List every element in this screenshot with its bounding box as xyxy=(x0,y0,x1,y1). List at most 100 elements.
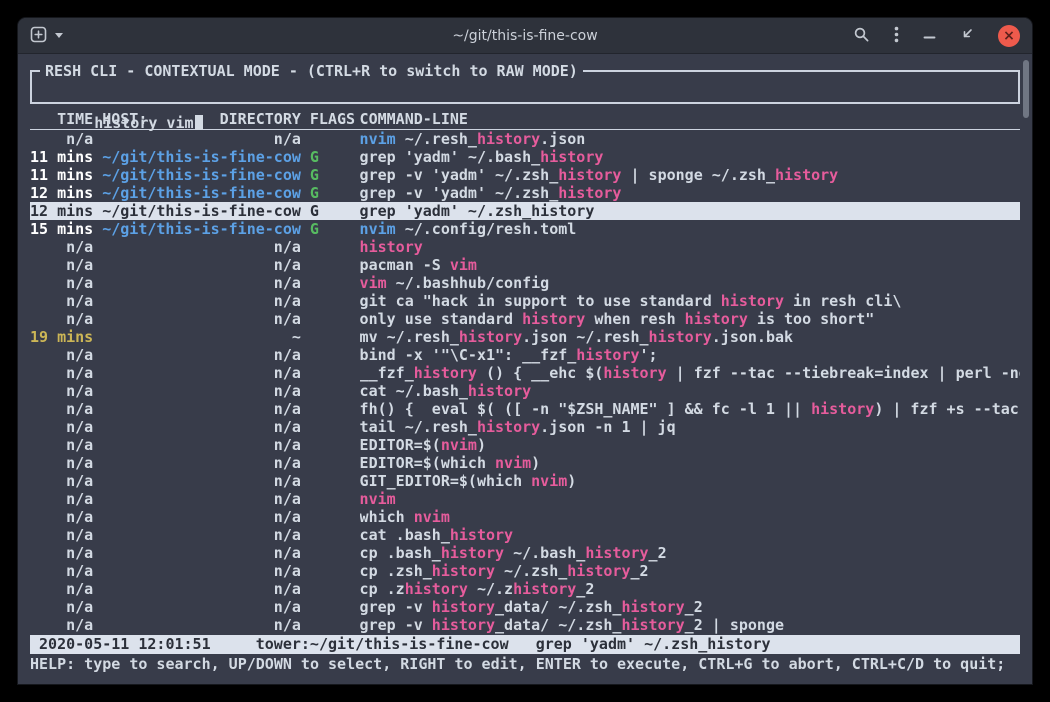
row-command: EDITOR=$(which nvim) xyxy=(360,454,1020,472)
cmd-segment: history xyxy=(522,310,585,328)
cmd-segment: cp .z xyxy=(360,580,405,598)
table-row[interactable]: 11 mins~/git/this-is-fine-cowGgrep -v 'y… xyxy=(30,166,1020,184)
table-row[interactable]: 12 mins~/git/this-is-fine-cowGgrep 'yadm… xyxy=(30,202,1020,220)
table-row[interactable]: n/an/acp .zsh_history ~/.zsh_history_2 xyxy=(30,562,1020,580)
table-row[interactable]: n/an/acat ~/.bash_history xyxy=(30,382,1020,400)
table-row[interactable]: n/an/awhich nvim xyxy=(30,508,1020,526)
row-directory: n/a xyxy=(102,130,301,148)
cmd-segment: ) xyxy=(531,454,540,472)
row-flags xyxy=(310,292,355,310)
header-flags: FLAGS xyxy=(310,110,355,129)
cmd-segment: history xyxy=(811,400,874,418)
row-command: nvim ~/.resh_history.json xyxy=(360,130,1020,148)
search-button[interactable] xyxy=(853,26,870,46)
cmd-segment: nvim xyxy=(531,472,567,490)
table-row[interactable]: 19 mins~mv ~/.resh_history.json ~/.resh_… xyxy=(30,328,1020,346)
row-command: grep -v history_data/ ~/.zsh_history_2 |… xyxy=(360,616,1020,634)
table-row[interactable]: n/an/afh() { eval $( ([ -n "$ZSH_NAME" ]… xyxy=(30,400,1020,418)
magnifier-icon xyxy=(853,26,870,46)
row-flags xyxy=(310,310,355,328)
table-row[interactable]: n/an/aEDITOR=$(which nvim) xyxy=(30,454,1020,472)
cmd-segment: _data/ ~/.zsh_ xyxy=(495,616,621,634)
search-query[interactable]: history vim xyxy=(94,114,193,132)
cmd-segment: history xyxy=(477,130,540,148)
cmd-segment: pacman -S xyxy=(360,256,450,274)
table-row[interactable]: n/an/acat .bash_history xyxy=(30,526,1020,544)
row-command: EDITOR=$(nvim) xyxy=(360,436,1020,454)
cmd-segment: history xyxy=(360,238,423,256)
cmd-segment: history xyxy=(585,544,648,562)
row-command: fh() { eval $( ([ -n "$ZSH_NAME" ] && fc… xyxy=(360,400,1020,418)
row-time: n/a xyxy=(30,472,93,490)
cmd-segment: when resh xyxy=(585,310,684,328)
row-time: 12 mins xyxy=(30,184,93,202)
cmd-segment: history xyxy=(414,364,477,382)
close-button[interactable]: × xyxy=(998,25,1020,47)
table-row[interactable]: n/an/abind -x '"\C-x1": __fzf_history'; xyxy=(30,346,1020,364)
cmd-segment: history xyxy=(450,526,513,544)
table-row[interactable]: n/an/aonly use standard history when res… xyxy=(30,310,1020,328)
tab-dropdown-button[interactable] xyxy=(55,33,63,38)
cmd-segment: history xyxy=(459,328,522,346)
cmd-segment: vim xyxy=(450,256,477,274)
cmd-segment: grep -v 'yadm' ~/.zsh_ xyxy=(360,184,559,202)
table-row[interactable]: n/an/aGIT_EDITOR=$(which nvim) xyxy=(30,472,1020,490)
row-directory: n/a xyxy=(102,616,301,634)
row-directory: ~/git/this-is-fine-cow xyxy=(102,220,301,238)
table-row[interactable]: n/an/avim ~/.bashhub/config xyxy=(30,274,1020,292)
row-flags xyxy=(310,544,355,562)
table-row[interactable]: n/an/apacman -S vim xyxy=(30,256,1020,274)
row-flags: G xyxy=(310,202,355,220)
table-row[interactable]: 12 mins~/git/this-is-fine-cowGgrep -v 'y… xyxy=(30,184,1020,202)
cmd-segment: cat .bash_ xyxy=(360,526,450,544)
row-directory: n/a xyxy=(102,256,301,274)
row-flags: G xyxy=(310,220,355,238)
row-flags xyxy=(310,400,355,418)
help-line: HELP: type to search, UP/DOWN to select,… xyxy=(30,655,1020,673)
row-command: bind -x '"\C-x1": __fzf_history'; xyxy=(360,346,1020,364)
cmd-segment: tail ~/.resh_ xyxy=(360,418,477,436)
table-row[interactable]: n/an/acp .bash_history ~/.bash_history_2 xyxy=(30,544,1020,562)
row-directory: n/a xyxy=(102,310,301,328)
menu-button[interactable] xyxy=(894,26,899,46)
cmd-segment: _2 | sponge xyxy=(685,616,784,634)
row-time: n/a xyxy=(30,526,93,544)
row-time: n/a xyxy=(30,508,93,526)
scrollbar-thumb[interactable] xyxy=(1023,60,1029,118)
row-flags xyxy=(310,508,355,526)
row-time: n/a xyxy=(30,562,93,580)
table-row[interactable]: 11 mins~/git/this-is-fine-cowGgrep 'yadm… xyxy=(30,148,1020,166)
status-bar: 2020-05-11 12:01:51 tower:~/git/this-is-… xyxy=(30,635,1020,654)
table-row[interactable]: n/an/agrep -v history_data/ ~/.zsh_histo… xyxy=(30,598,1020,616)
table-row[interactable]: n/an/anvim xyxy=(30,490,1020,508)
table-row[interactable]: n/an/ahistory xyxy=(30,238,1020,256)
x-circle-icon: × xyxy=(1003,28,1015,44)
new-tab-button[interactable] xyxy=(30,26,47,46)
row-time: n/a xyxy=(30,382,93,400)
row-time: 19 mins xyxy=(30,328,93,346)
table-row[interactable]: n/an/anvim ~/.resh_history.json xyxy=(30,130,1020,148)
resh-search-box[interactable]: RESH CLI - CONTEXTUAL MODE - (CTRL+R to … xyxy=(30,70,1020,104)
cmd-segment: _data/ ~/.zsh_ xyxy=(495,598,621,616)
table-row[interactable]: n/an/agrep -v history_data/ ~/.zsh_histo… xyxy=(30,616,1020,634)
restore-button[interactable] xyxy=(960,27,974,44)
cmd-segment: ) | fzf +s --tac xyxy=(874,400,1019,418)
minimize-button[interactable] xyxy=(923,28,936,44)
table-row[interactable]: n/an/aEDITOR=$(nvim) xyxy=(30,436,1020,454)
arrow-down-left-icon xyxy=(960,27,974,44)
row-directory: n/a xyxy=(102,382,301,400)
row-flags xyxy=(310,472,355,490)
table-row[interactable]: 15 mins~/git/this-is-fine-cowGnvim ~/.co… xyxy=(30,220,1020,238)
cmd-segment: grep -v 'yadm' ~/.zsh_ xyxy=(360,166,559,184)
row-time: n/a xyxy=(30,598,93,616)
row-command: grep -v history_data/ ~/.zsh_history_2 xyxy=(360,598,1020,616)
row-directory: n/a xyxy=(102,274,301,292)
terminal-window: ~/git/this-is-fine-cow xyxy=(18,18,1032,684)
table-row[interactable]: n/an/atail ~/.resh_history.json -n 1 | j… xyxy=(30,418,1020,436)
titlebar[interactable]: ~/git/this-is-fine-cow xyxy=(18,18,1032,54)
cmd-segment: nvim xyxy=(360,490,396,508)
table-row[interactable]: n/an/agit ca "hack in support to use sta… xyxy=(30,292,1020,310)
table-row[interactable]: n/an/acp .zhistory ~/.zhistory_2 xyxy=(30,580,1020,598)
row-time: n/a xyxy=(30,418,93,436)
table-row[interactable]: n/an/a__fzf_history () { __ehc $(history… xyxy=(30,364,1020,382)
